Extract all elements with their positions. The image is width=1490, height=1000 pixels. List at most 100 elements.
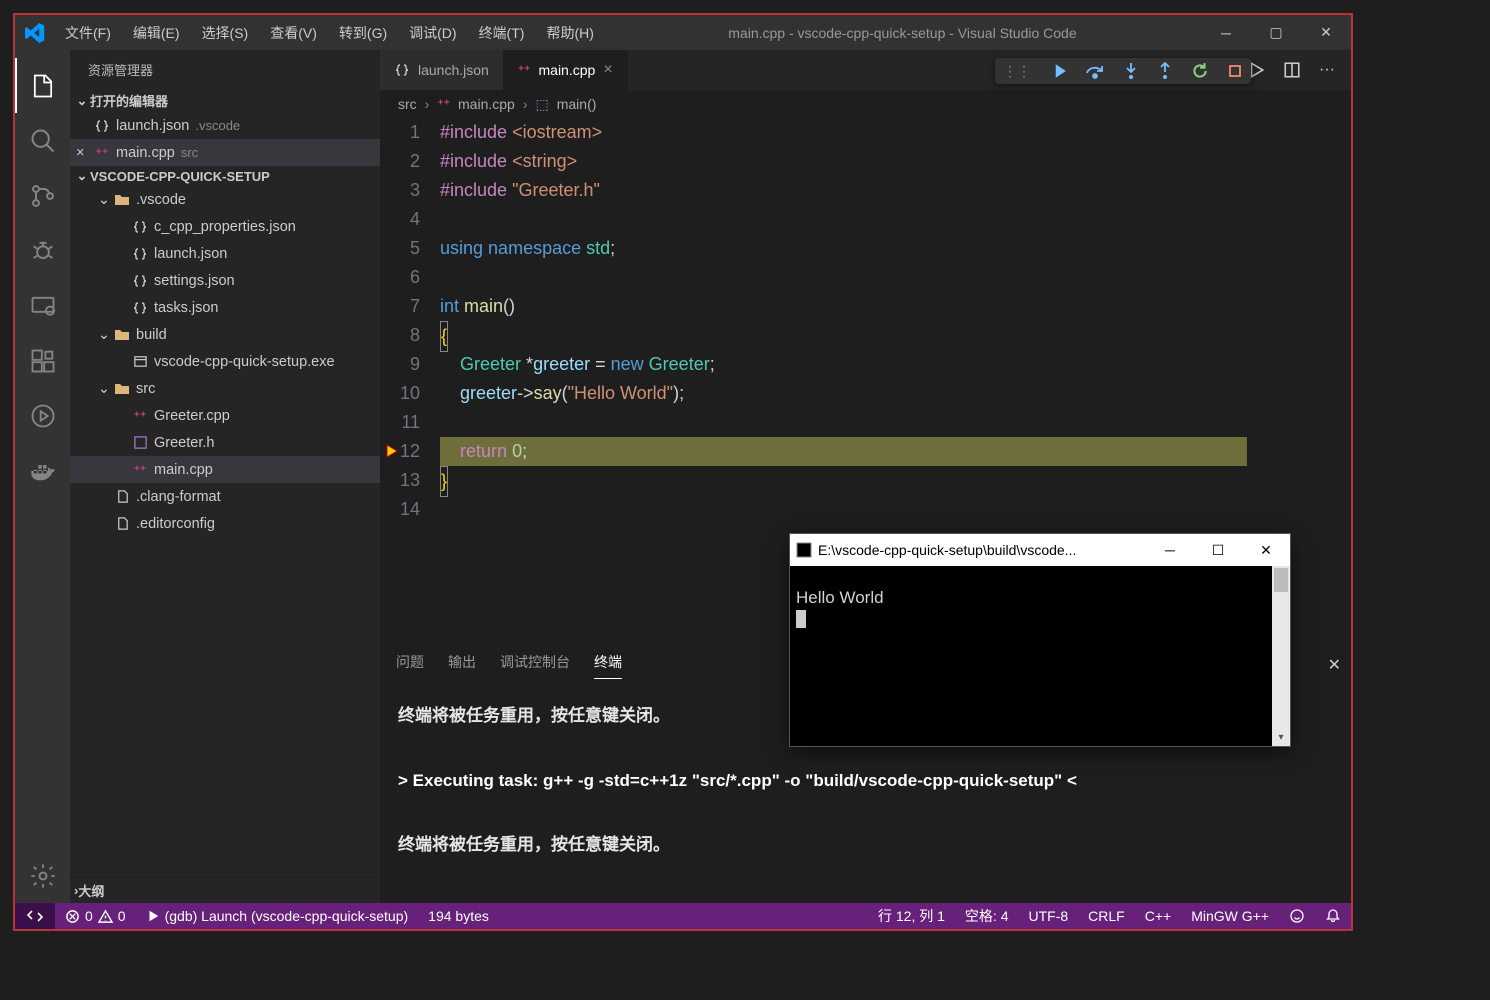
status-indent[interactable]: 空格: 4 [955, 903, 1019, 929]
debug-toolbar[interactable]: ⋮⋮ [995, 58, 1251, 84]
status-cursor-pos[interactable]: 行 12, 列 1 [868, 903, 955, 929]
status-filesize[interactable]: 194 bytes [418, 903, 499, 929]
file-row[interactable]: Greeter.h [70, 429, 380, 456]
debug-step-over-icon[interactable] [1085, 62, 1105, 80]
close-button[interactable]: ✕ [1301, 15, 1351, 50]
json-icon [130, 219, 150, 235]
activity-bar [15, 50, 70, 903]
minimize-button[interactable]: ─ [1201, 15, 1251, 50]
cpp-icon: ⁺⁺ [437, 97, 450, 111]
activity-remote-icon[interactable] [15, 278, 70, 333]
chevron-right-icon: › [523, 96, 528, 112]
scroll-down-icon[interactable]: ▾ [1272, 728, 1290, 746]
folder-row[interactable]: ⌄build [70, 321, 380, 348]
console-minimize-button[interactable]: ─ [1146, 534, 1194, 566]
line-gutter[interactable]: 1234567891011121314 [380, 118, 440, 645]
breadcrumb[interactable]: src › ⁺⁺ main.cpp › ⬚ main() [380, 90, 1351, 118]
debug-continue-icon[interactable] [1049, 62, 1067, 80]
breadcrumb-item[interactable]: main() [557, 96, 597, 112]
activity-docker-icon[interactable] [15, 443, 70, 498]
menu-file[interactable]: 文件(F) [55, 17, 121, 49]
outline-header[interactable]: › 大纲 [70, 877, 380, 903]
maximize-button[interactable]: ▢ [1251, 15, 1301, 50]
more-icon[interactable]: ··· [1319, 61, 1335, 79]
menu-go[interactable]: 转到(G) [329, 17, 397, 49]
file-name: .editorconfig [136, 516, 215, 532]
file-row[interactable]: .clang-format [70, 483, 380, 510]
panel-tab-terminal[interactable]: 终端 [594, 652, 622, 679]
file-row[interactable]: tasks.json [70, 294, 380, 321]
status-compiler[interactable]: MinGW G++ [1181, 903, 1279, 929]
console-titlebar[interactable]: E:\vscode-cpp-quick-setup\build\vscode..… [790, 534, 1290, 566]
console-close-button[interactable]: ✕ [1242, 534, 1290, 566]
breakpoint-icon[interactable] [384, 443, 400, 459]
debug-stop-icon[interactable] [1227, 63, 1243, 79]
vscode-logo-icon [15, 23, 55, 43]
outline-label: 大纲 [78, 881, 104, 900]
close-icon[interactable]: × [76, 145, 92, 161]
console-output: Hello World [796, 588, 884, 607]
breadcrumb-item[interactable]: src [398, 96, 417, 112]
tab-launch-json[interactable]: launch.json [380, 50, 504, 90]
file-name: Greeter.h [154, 435, 214, 451]
split-editor-icon[interactable] [1283, 61, 1301, 79]
file-row[interactable]: vscode-cpp-quick-setup.exe [70, 348, 380, 375]
panel-close-icon[interactable]: ✕ [1318, 655, 1351, 675]
file-row[interactable]: settings.json [70, 267, 380, 294]
close-icon[interactable]: × [603, 61, 612, 79]
debug-step-into-icon[interactable] [1123, 62, 1139, 80]
status-eol[interactable]: CRLF [1078, 903, 1135, 929]
console-maximize-button[interactable]: ☐ [1194, 534, 1242, 566]
status-launch-config[interactable]: (gdb) Launch (vscode-cpp-quick-setup) [136, 903, 419, 929]
open-editors-label: 打开的编辑器 [90, 91, 168, 110]
status-errors[interactable]: 0 0 [55, 903, 136, 929]
menu-edit[interactable]: 编辑(E) [123, 17, 190, 49]
file-row[interactable]: ⁺⁺Greeter.cpp [70, 402, 380, 429]
status-encoding[interactable]: UTF-8 [1019, 903, 1079, 929]
breadcrumb-item[interactable]: main.cpp [458, 96, 515, 112]
panel-tab-debug-console[interactable]: 调试控制台 [500, 652, 570, 678]
status-bar: 0 0 (gdb) Launch (vscode-cpp-quick-setup… [15, 903, 1351, 929]
activity-search-icon[interactable] [15, 113, 70, 168]
file-name: build [136, 327, 167, 343]
open-editor-item[interactable]: launch.json .vscode [70, 112, 380, 139]
activity-extensions-icon[interactable] [15, 333, 70, 388]
activity-scm-icon[interactable] [15, 168, 70, 223]
menu-debug[interactable]: 调试(D) [399, 17, 466, 49]
drag-handle-icon[interactable]: ⋮⋮ [1003, 63, 1031, 80]
panel-tab-output[interactable]: 输出 [448, 652, 476, 678]
activity-debug-icon[interactable] [15, 223, 70, 278]
menu-terminal[interactable]: 终端(T) [469, 17, 535, 49]
debug-restart-icon[interactable] [1191, 62, 1209, 80]
file-name: .vscode [136, 192, 186, 208]
file-row[interactable]: ⁺⁺main.cpp [70, 456, 380, 483]
cpp-icon: ⁺⁺ [130, 463, 150, 477]
activity-explorer-icon[interactable] [15, 58, 70, 113]
status-bell-icon[interactable] [1315, 903, 1351, 929]
status-language[interactable]: C++ [1135, 903, 1181, 929]
panel-tab-problems[interactable]: 问题 [396, 652, 424, 678]
menu-view[interactable]: 查看(V) [260, 17, 327, 49]
file-icon [112, 516, 132, 531]
activity-test-icon[interactable] [15, 388, 70, 443]
menu-selection[interactable]: 选择(S) [192, 17, 259, 49]
open-editor-item[interactable]: × ⁺⁺ main.cpp src [70, 139, 380, 166]
status-feedback-icon[interactable] [1279, 903, 1315, 929]
folder-row[interactable]: ⌄src [70, 375, 380, 402]
console-scrollbar[interactable]: ▴ ▾ [1272, 566, 1290, 746]
console-body[interactable]: Hello World ▴ ▾ [790, 566, 1290, 746]
workspace-header[interactable]: ⌄ VSCODE-CPP-QUICK-SETUP [70, 166, 380, 186]
remote-indicator-icon[interactable] [15, 903, 55, 929]
debug-step-out-icon[interactable] [1157, 62, 1173, 80]
tab-main-cpp[interactable]: ⁺⁺ main.cpp × [504, 50, 628, 90]
file-row[interactable]: c_cpp_properties.json [70, 213, 380, 240]
file-row[interactable]: launch.json [70, 240, 380, 267]
folder-row[interactable]: ⌄.vscode [70, 186, 380, 213]
menu-help[interactable]: 帮助(H) [536, 17, 603, 49]
console-window[interactable]: E:\vscode-cpp-quick-setup\build\vscode..… [790, 534, 1290, 746]
console-title: E:\vscode-cpp-quick-setup\build\vscode..… [818, 542, 1146, 558]
activity-settings-icon[interactable] [15, 848, 70, 903]
scroll-thumb[interactable] [1274, 568, 1288, 592]
open-editors-header[interactable]: ⌄ 打开的编辑器 [70, 89, 380, 112]
file-row[interactable]: .editorconfig [70, 510, 380, 537]
